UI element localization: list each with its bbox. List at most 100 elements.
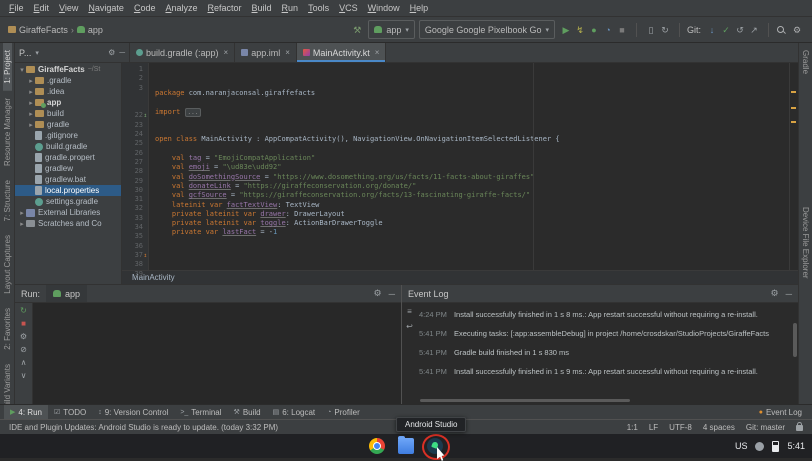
gutter-line[interactable]: 35	[122, 232, 143, 241]
settings-icon[interactable]: ⚙	[790, 23, 804, 37]
gutter-line[interactable]: 26	[122, 149, 143, 158]
tree-item-gitignore[interactable]: .gitignore	[15, 130, 121, 141]
git-update-icon[interactable]: ↓	[705, 23, 719, 37]
tree-item-idea[interactable]: ▸.idea	[15, 86, 121, 97]
toolwindow-button-terminal[interactable]: >_Terminal	[174, 405, 227, 419]
tool-strip-button-gradle[interactable]: Gradle	[801, 43, 810, 81]
debug-icon[interactable]: ●	[587, 23, 601, 37]
menu-item-window[interactable]: Window	[363, 3, 405, 13]
toolwindow-button-4-run[interactable]: ▶4: Run	[4, 405, 48, 419]
clock[interactable]: 5:41	[787, 441, 805, 451]
gutter-line[interactable]: 39	[122, 270, 143, 279]
menu-item-build[interactable]: Build	[247, 3, 277, 13]
tree-item-scratches-and-co[interactable]: ▸Scratches and Co	[15, 218, 121, 229]
gutter-line[interactable]: 3	[122, 84, 143, 93]
lock-icon[interactable]	[796, 425, 803, 431]
tree-item-build[interactable]: ▸build	[15, 108, 121, 119]
tree-arrow-icon[interactable]: ▾	[18, 66, 26, 74]
soft-wrap-icon[interactable]: ↩	[406, 322, 413, 331]
tree-item-gradle-propert[interactable]: gradle.propert	[15, 152, 121, 163]
project-panel-header[interactable]: P... ▾ ⚙ ─	[15, 43, 130, 62]
menu-item-navigate[interactable]: Navigate	[83, 3, 129, 13]
run-tab-app[interactable]: app	[46, 285, 87, 302]
toolwindow-button-profiler[interactable]: ◔Profiler	[321, 405, 366, 419]
tool-strip-button-2-favorites[interactable]: 2: Favorites	[3, 301, 12, 357]
gutter-line[interactable]: 37↥	[122, 251, 143, 260]
gutter-line[interactable]: 38	[122, 260, 143, 269]
gutter-line[interactable]: 31	[122, 195, 143, 204]
tool-strip-button-layout-captures[interactable]: Layout Captures	[3, 228, 12, 301]
git-rollback-icon[interactable]: ↺	[733, 23, 747, 37]
rerun-icon[interactable]: ↻	[20, 306, 27, 315]
error-stripe[interactable]	[789, 63, 798, 270]
tree-arrow-icon[interactable]: ▸	[27, 88, 35, 96]
status-item-lf[interactable]: LF	[649, 423, 658, 432]
gutter-line[interactable]: 28	[122, 167, 143, 176]
files-app-icon[interactable]	[398, 438, 414, 454]
gradle-sync-icon[interactable]: ↻	[658, 23, 672, 37]
filter-icon[interactable]: ≡	[407, 307, 412, 316]
gear-icon[interactable]: ⚙	[374, 288, 382, 299]
implement-marker-icon[interactable]: ↥	[143, 111, 147, 120]
menu-item-edit[interactable]: Edit	[29, 3, 55, 13]
tree-item-local-properties[interactable]: local.properties	[15, 185, 121, 196]
toolwindow-button-todo[interactable]: ☑TODO	[48, 405, 92, 419]
status-message[interactable]: IDE and Plugin Updates: Android Studio i…	[9, 423, 278, 432]
menu-item-analyze[interactable]: Analyze	[160, 3, 202, 13]
tree-item-gradlew-bat[interactable]: gradlew.bat	[15, 174, 121, 185]
git-commit-icon[interactable]: ✓	[719, 23, 733, 37]
override-marker-icon[interactable]: ↥	[143, 251, 147, 260]
gutter-line[interactable]	[122, 93, 143, 102]
menu-item-run[interactable]: Run	[277, 3, 304, 13]
gear-icon[interactable]: ⚙	[108, 48, 115, 57]
gutter-line[interactable]: 30	[122, 186, 143, 195]
minimize-icon[interactable]: ─	[389, 289, 395, 299]
status-item-utf-8[interactable]: UTF-8	[669, 423, 692, 432]
menu-item-help[interactable]: Help	[405, 3, 434, 13]
code-editor[interactable]: 12322↥232425262728293031323334353637↥383…	[122, 63, 798, 270]
minimize-icon[interactable]: ─	[786, 289, 792, 299]
tool-strip-button-build-variants[interactable]: Build Variants	[3, 357, 12, 404]
gutter-line[interactable]: 2	[122, 74, 143, 83]
tree-item-gradle[interactable]: ▸gradle	[15, 119, 121, 130]
editor-tab-app-iml[interactable]: app.iml×	[235, 43, 297, 62]
device-select[interactable]: Google Google Pixelbook Go ▾	[419, 20, 555, 39]
gutter-line[interactable]: 29	[122, 177, 143, 186]
gutter-line[interactable]: 23	[122, 121, 143, 130]
search-everywhere-icon[interactable]	[776, 25, 786, 35]
menu-item-file[interactable]: File	[4, 3, 29, 13]
keyboard-layout-indicator[interactable]: US	[735, 441, 748, 451]
scroll-up-icon[interactable]: ∧	[21, 358, 27, 367]
status-item-git-master[interactable]: Git: master	[746, 423, 785, 432]
tree-item-gradlew[interactable]: gradlew	[15, 163, 121, 174]
tool-strip-button-resource-manager[interactable]: Resource Manager	[3, 91, 12, 173]
menu-item-refactor[interactable]: Refactor	[203, 3, 247, 13]
gutter-line[interactable]: 36	[122, 242, 143, 251]
toolwindow-button-6-logcat[interactable]: ▤6: Logcat	[267, 405, 322, 419]
horizontal-scrollbar[interactable]	[420, 399, 630, 402]
tree-item-build-gradle[interactable]: build.gradle	[15, 141, 121, 152]
toolwindow-button-9-version-control[interactable]: ↕9: Version Control	[92, 405, 174, 419]
vertical-scrollbar[interactable]	[793, 323, 797, 357]
menu-item-vcs[interactable]: VCS	[334, 3, 363, 13]
run-icon[interactable]: ▶	[559, 23, 573, 37]
editor-tab-mainactivity-kt[interactable]: MainActivity.kt×	[297, 43, 387, 62]
tree-arrow-icon[interactable]: ▸	[27, 121, 35, 129]
editor-gutter[interactable]: 12322↥232425262728293031323334353637↥383…	[122, 63, 149, 270]
close-icon[interactable]: ×	[224, 48, 229, 57]
editor-tab-build-gradle-app[interactable]: build.gradle (:app)×	[130, 43, 235, 62]
clear-icon[interactable]: ⊘	[20, 345, 27, 354]
hide-panel-icon[interactable]: ─	[119, 48, 125, 57]
android-studio-shortcut[interactable]	[427, 438, 443, 454]
chrome-icon[interactable]	[369, 438, 385, 454]
tool-strip-button-device-file-explorer[interactable]: Device File Explorer	[801, 200, 810, 286]
status-item-1-1[interactable]: 1:1	[627, 423, 638, 432]
gutter-line[interactable]: 24	[122, 130, 143, 139]
gutter-line[interactable]: 25	[122, 139, 143, 148]
menu-item-tools[interactable]: Tools	[303, 3, 334, 13]
system-tray[interactable]: US 5:41	[735, 434, 805, 458]
tool-strip-button-1-project[interactable]: 1: Project	[3, 43, 12, 91]
tree-arrow-icon[interactable]: ▸	[18, 209, 26, 217]
code-area[interactable]: package com.naranjaconsal.giraffefactsim…	[149, 63, 789, 270]
device-manager-icon[interactable]: ▯	[644, 23, 658, 37]
